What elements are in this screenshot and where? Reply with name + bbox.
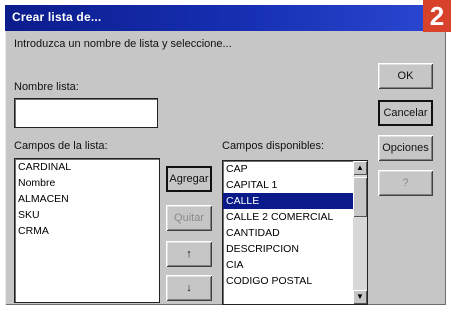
step-badge: 2	[423, 0, 451, 32]
name-input[interactable]	[14, 98, 158, 128]
list-dialog: Crear lista de... Introduzca un nombre d…	[5, 5, 446, 305]
title-bar[interactable]: Crear lista de...	[5, 5, 446, 31]
list-item[interactable]: ALMACEN	[15, 191, 159, 207]
screenshot-frame: Crear lista de... Introduzca un nombre d…	[0, 0, 451, 311]
list-item[interactable]: CANTIDAD	[223, 225, 353, 241]
list-item[interactable]: CODIGO POSTAL	[223, 273, 353, 289]
ok-button[interactable]: OK	[378, 63, 433, 89]
cancel-button[interactable]: Cancelar	[378, 100, 433, 126]
name-label: Nombre lista:	[14, 81, 79, 93]
options-button[interactable]: Opciones	[378, 135, 433, 161]
list-item[interactable]: DESCRIPCION	[223, 241, 353, 257]
list-item[interactable]: CALLE 2 COMERCIAL	[223, 209, 353, 225]
move-down-button[interactable]: ↓	[166, 275, 212, 301]
list-fields-label: Campos de la lista:	[14, 140, 108, 152]
list-item[interactable]: Nombre	[15, 175, 159, 191]
list-item[interactable]: CIA	[223, 257, 353, 273]
instruction-text: Introduzca un nombre de lista y seleccio…	[14, 38, 232, 50]
dialog-title: Crear lista de...	[12, 10, 102, 24]
list-item[interactable]: CALLE	[223, 193, 353, 209]
list-item[interactable]: CARDINAL	[15, 159, 159, 175]
scroll-down-icon[interactable]: ▼	[353, 290, 367, 304]
move-up-button[interactable]: ↑	[166, 241, 212, 267]
available-fields-listbox[interactable]: CAP CAPITAL 1 CALLE CALLE 2 COMERCIAL CANTID…	[222, 160, 368, 305]
list-item[interactable]: CAPITAL 1	[223, 177, 353, 193]
scroll-thumb[interactable]	[353, 177, 367, 217]
add-button[interactable]: Agregar	[166, 166, 212, 192]
list-fields-listbox[interactable]: CARDINAL Nombre ALMACEN SKU CRMA	[14, 158, 160, 303]
help-button[interactable]: ?	[378, 170, 433, 196]
scroll-up-icon[interactable]: ▲	[353, 161, 367, 175]
list-item[interactable]: SKU	[15, 207, 159, 223]
list-item[interactable]: CAP	[223, 161, 353, 177]
vertical-scrollbar[interactable]: ▲ ▼	[353, 161, 367, 304]
list-item[interactable]: CRMA	[15, 223, 159, 239]
available-fields-label: Campos disponibles:	[222, 140, 325, 152]
remove-button[interactable]: Quitar	[166, 205, 212, 231]
